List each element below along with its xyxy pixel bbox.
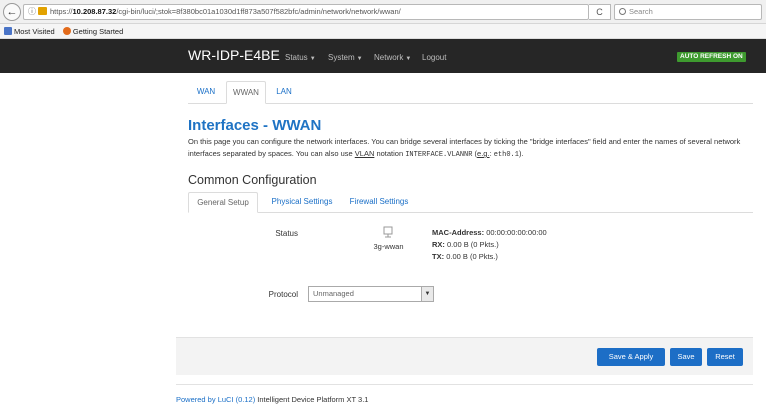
- firefox-icon: [62, 27, 71, 35]
- url-host: 10.208.87.32: [72, 7, 117, 16]
- top-navbar: WR-IDP-E4BE Status ▼ System ▼ Network ▼ Log…: [0, 39, 766, 73]
- menu-network[interactable]: Network ▼: [374, 53, 411, 62]
- browser-toolbar: ← ⓘ https://10.208.87.32/cgi-bin/luci/;st…: [0, 0, 766, 24]
- save-apply-button[interactable]: Save & Apply: [597, 348, 665, 366]
- protocol-label: Protocol: [268, 290, 298, 299]
- back-arrow-icon[interactable]: ←: [3, 3, 21, 21]
- reset-button[interactable]: Reset: [707, 348, 743, 366]
- mac-value: 00:00:00:00:00:00: [486, 228, 547, 237]
- footer: Powered by LuCI (0.12) Intelligent Devic…: [176, 384, 753, 404]
- bookmark-label: Getting Started: [72, 27, 124, 36]
- bookmark-getting-started[interactable]: Getting Started: [62, 27, 124, 36]
- chevron-down-icon[interactable]: ▼: [421, 287, 433, 301]
- mac-label: MAC-Address:: [432, 228, 485, 237]
- protocol-value: Unmanaged: [313, 289, 354, 298]
- desc-text: ).: [518, 149, 524, 158]
- save-button[interactable]: Save: [670, 348, 702, 366]
- url-prefix: https://: [50, 7, 73, 16]
- mac-address-line: MAC-Address: 00:00:00:00:00:00: [432, 228, 547, 237]
- brand-title[interactable]: WR-IDP-E4BE: [188, 47, 280, 63]
- desc-code: eth0.1: [493, 151, 519, 159]
- menu-status[interactable]: Status ▼: [285, 53, 316, 62]
- page-description: On this page you can configure the netwo…: [188, 136, 753, 161]
- network-interface-icon: [383, 226, 393, 238]
- config-tabs: General Setup Physical Settings Firewall…: [188, 192, 753, 213]
- tab-physical-settings[interactable]: Physical Settings: [262, 192, 342, 213]
- tx-label: TX:: [432, 252, 445, 261]
- protocol-select[interactable]: Unmanaged ▼: [308, 286, 434, 302]
- action-bar: Save & Apply Save Reset: [176, 337, 753, 375]
- desc-text: notation: [374, 149, 406, 158]
- menu-logout[interactable]: Logout: [422, 53, 446, 62]
- menu-label: System: [328, 53, 355, 62]
- tab-lan[interactable]: LAN: [268, 81, 300, 104]
- bookmarks-bar: Most Visited Getting Started: [0, 24, 766, 39]
- caret-down-icon: ▼: [356, 56, 363, 62]
- rx-label: RX:: [432, 240, 445, 249]
- tx-value: 0.00 B (0 Pkts.): [446, 252, 498, 261]
- footer-text: Intelligent Device Platform XT 3.1: [255, 395, 369, 404]
- menu-system[interactable]: System ▼: [328, 53, 363, 62]
- interface-name: 3g-wwan: [373, 242, 404, 251]
- tab-firewall-settings[interactable]: Firewall Settings: [344, 192, 414, 213]
- tab-general-setup[interactable]: General Setup: [188, 192, 258, 213]
- status-label: Status: [275, 229, 298, 238]
- caret-down-icon: ▼: [309, 56, 316, 62]
- search-placeholder: Search: [629, 7, 653, 16]
- tab-wan[interactable]: WAN: [188, 81, 224, 104]
- auto-refresh-badge[interactable]: AUTO REFRESH ON: [677, 52, 746, 62]
- rx-line: RX: 0.00 B (0 Pkts.): [432, 240, 499, 249]
- luci-link[interactable]: Powered by LuCI (0.12): [176, 395, 255, 404]
- desc-code: INTERFACE.VLANNR: [405, 151, 473, 159]
- interface-tabs: WAN WWAN LAN: [188, 81, 753, 104]
- caret-down-icon: ▼: [405, 56, 412, 62]
- bookmark-label: Most Visited: [14, 27, 55, 36]
- menu-label: Status: [285, 53, 308, 62]
- insecure-lock-icon[interactable]: [38, 7, 47, 15]
- page-title: Interfaces - WWAN: [188, 117, 322, 134]
- section-title: Common Configuration: [188, 173, 317, 187]
- eg-abbr: e.g.: [477, 149, 490, 158]
- rx-value: 0.00 B (0 Pkts.): [447, 240, 499, 249]
- star-icon: [4, 27, 12, 35]
- menu-label: Network: [374, 53, 404, 62]
- info-icon[interactable]: ⓘ: [28, 7, 36, 16]
- url-path: /cgi-bin/luci/;stok=8f380bc01a1030d1ff87…: [116, 7, 401, 16]
- search-icon: [619, 8, 626, 15]
- reload-icon[interactable]: C: [589, 4, 611, 20]
- browser-search-input[interactable]: Search: [614, 4, 762, 20]
- tab-wwan[interactable]: WWAN: [226, 81, 266, 104]
- vlan-abbr: VLAN: [354, 149, 375, 158]
- url-bar[interactable]: ⓘ https://10.208.87.32/cgi-bin/luci/;stok…: [23, 4, 589, 20]
- tx-line: TX: 0.00 B (0 Pkts.): [432, 252, 498, 261]
- bookmark-most-visited[interactable]: Most Visited: [4, 27, 55, 36]
